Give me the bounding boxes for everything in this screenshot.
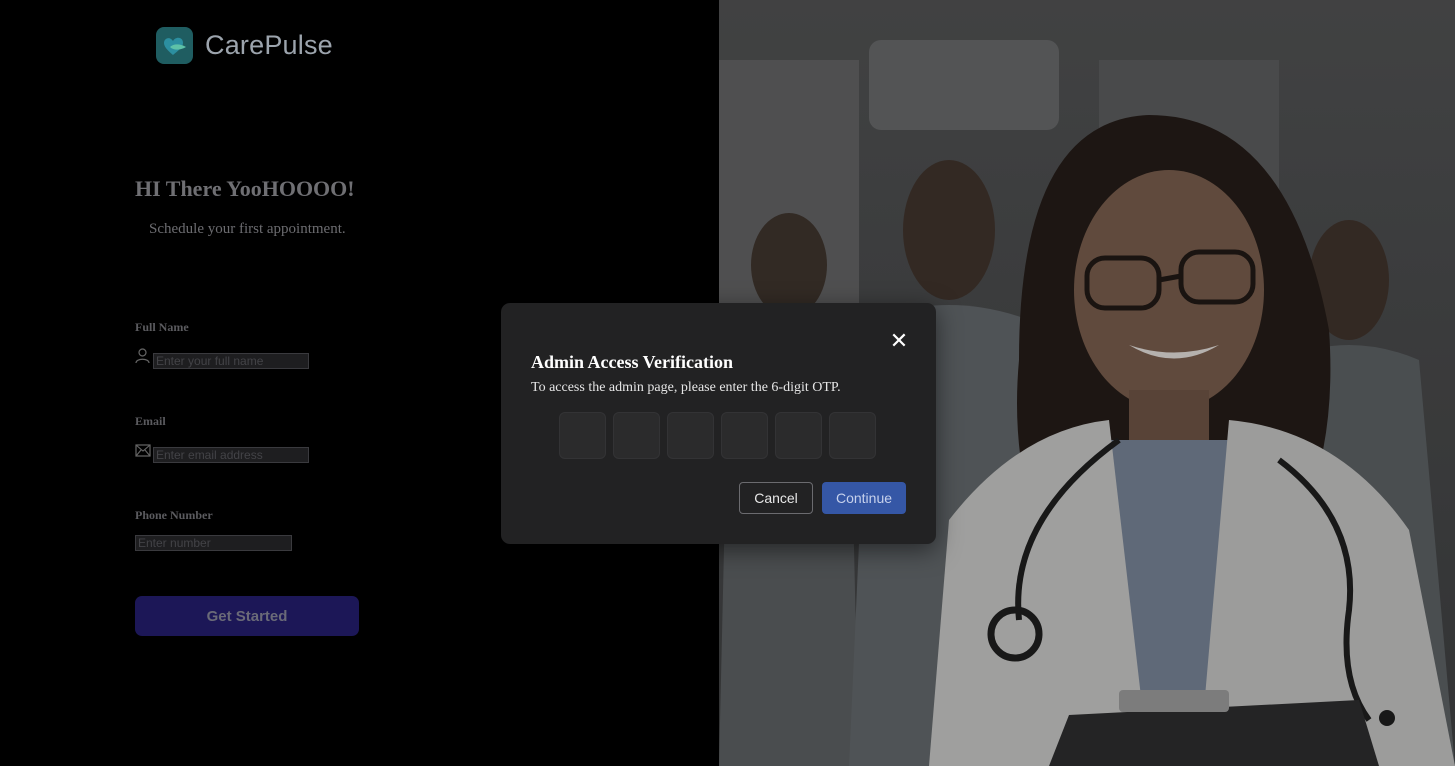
- otp-digit-2[interactable]: [613, 412, 660, 459]
- otp-digit-1[interactable]: [559, 412, 606, 459]
- cancel-button[interactable]: Cancel: [739, 482, 813, 514]
- modal-description: To access the admin page, please enter t…: [531, 380, 841, 395]
- otp-digit-5[interactable]: [775, 412, 822, 459]
- otp-digit-3[interactable]: [667, 412, 714, 459]
- otp-input-group: [559, 412, 876, 459]
- continue-button[interactable]: Continue: [822, 482, 906, 514]
- otp-digit-6[interactable]: [829, 412, 876, 459]
- close-icon[interactable]: ✕: [888, 331, 910, 353]
- admin-verification-modal: ✕ Admin Access Verification To access th…: [501, 303, 936, 544]
- otp-digit-4[interactable]: [721, 412, 768, 459]
- modal-title: Admin Access Verification: [531, 352, 733, 372]
